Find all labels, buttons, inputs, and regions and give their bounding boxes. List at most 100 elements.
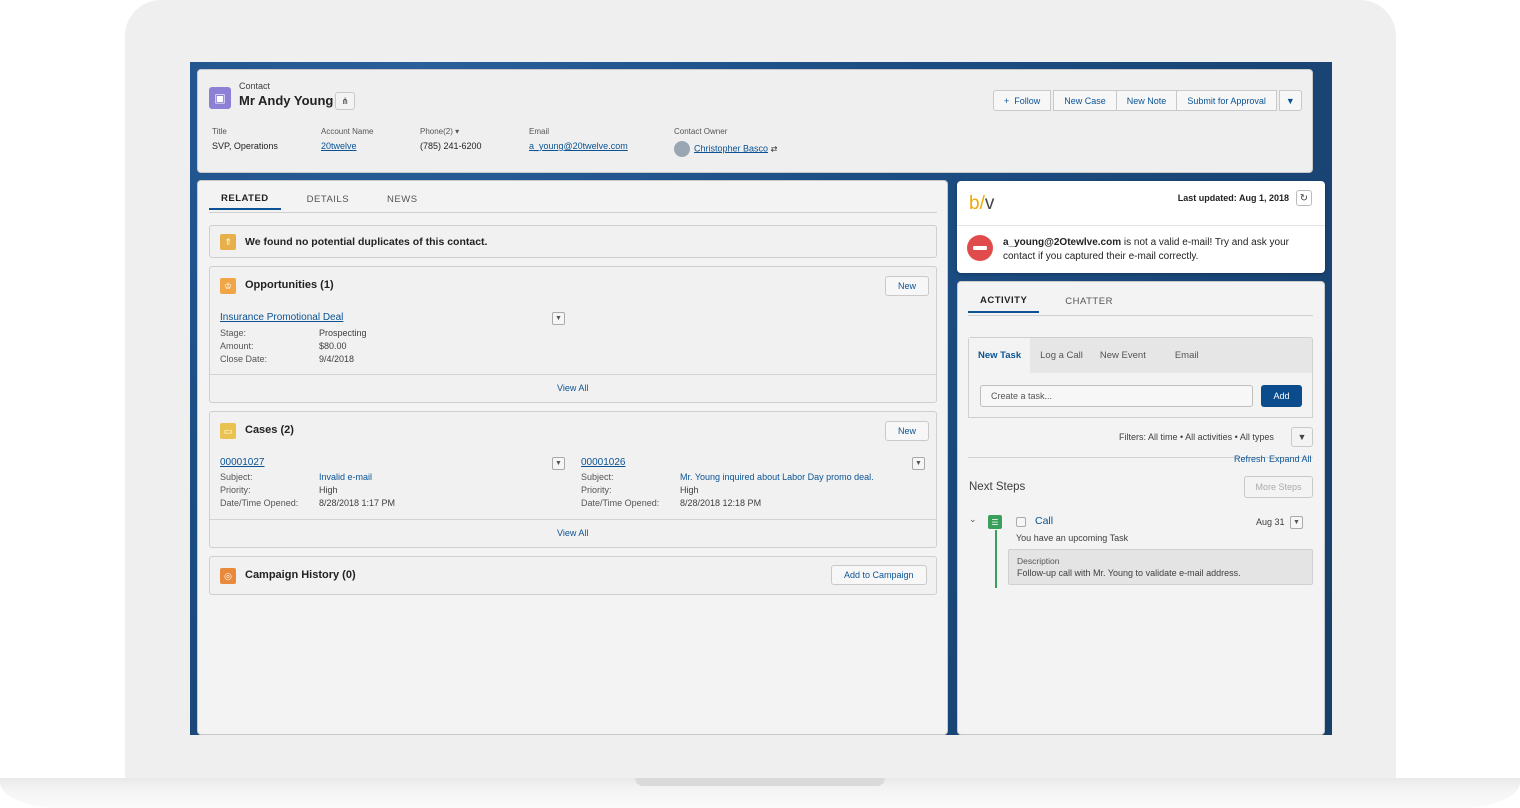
subject-label: Subject: bbox=[220, 472, 253, 482]
tab-chatter[interactable]: CHATTER bbox=[1039, 289, 1125, 313]
bv-logo: b/v bbox=[969, 193, 994, 215]
validation-message: a_young@2Otewlve.com is not a valid e-ma… bbox=[1003, 236, 1313, 264]
submit-approval-button[interactable]: Submit for Approval bbox=[1177, 90, 1277, 111]
next-steps-heading: Next Steps bbox=[969, 481, 1026, 493]
error-icon bbox=[967, 235, 993, 261]
tab-activity[interactable]: ACTIVITY bbox=[968, 289, 1040, 313]
filter-icon[interactable]: ▼ bbox=[1291, 427, 1313, 447]
case-details: Subject: Mr. Young inquired about Labor D… bbox=[581, 471, 874, 510]
bv-logo-b: b bbox=[969, 193, 980, 214]
task-icon: ☰ bbox=[988, 515, 1002, 529]
task-checkbox[interactable] bbox=[1016, 517, 1026, 527]
case-icon: ▭ bbox=[220, 423, 236, 439]
subtab-new-task[interactable]: New Task bbox=[969, 338, 1031, 373]
view-all-cases[interactable]: View All bbox=[557, 528, 588, 538]
task-subtitle: You have an upcoming Task bbox=[1016, 533, 1129, 543]
timeline-line bbox=[995, 530, 997, 588]
record-header: ▣ Contact Mr Andy Young ⋔ + Follow New Ca… bbox=[197, 69, 1313, 173]
filters-text: Filters: All time • All activities • All… bbox=[1119, 432, 1274, 442]
subtab-new-event[interactable]: New Event bbox=[1092, 338, 1155, 373]
refresh-link[interactable]: Refresh bbox=[1234, 454, 1266, 464]
task-date: Aug 31 bbox=[1256, 517, 1285, 527]
tab-details[interactable]: DETAILS bbox=[281, 188, 361, 210]
opportunities-title: Opportunities (1) bbox=[245, 279, 334, 291]
case-link[interactable]: 00001027 bbox=[220, 457, 265, 468]
field-phone: Phone(2) ▾ (785) 241-6200 bbox=[420, 127, 482, 151]
opportunities-card: ♔ Opportunities (1) New Insurance Promot… bbox=[209, 266, 937, 403]
account-link[interactable]: 20twelve bbox=[321, 141, 373, 151]
chevron-down-icon[interactable]: ▼ bbox=[552, 457, 565, 470]
campaign-title: Campaign History (0) bbox=[245, 569, 356, 581]
opened-value: 8/28/2018 12:18 PM bbox=[680, 498, 762, 508]
case-link[interactable]: 00001026 bbox=[581, 457, 626, 468]
chevron-down-icon[interactable]: ▼ bbox=[552, 312, 565, 325]
add-task-button[interactable]: Add bbox=[1261, 385, 1302, 407]
campaign-icon: ◎ bbox=[220, 568, 236, 584]
subtab-log-call[interactable]: Log a Call bbox=[1030, 338, 1092, 373]
refresh-icon[interactable]: ↻ bbox=[1296, 190, 1312, 206]
field-owner: Contact Owner Christopher Basco ⇄ bbox=[674, 127, 777, 157]
email-link[interactable]: a_young@20twelve.com bbox=[529, 141, 628, 151]
field-value: (785) 241-6200 bbox=[420, 141, 482, 151]
field-value: Christopher Basco ⇄ bbox=[674, 141, 777, 157]
priority-label: Priority: bbox=[220, 485, 251, 495]
related-panel: RELATED DETAILS NEWS ⇑ We found no poten… bbox=[197, 180, 948, 735]
expand-all-link[interactable]: Expand All bbox=[1269, 454, 1312, 464]
campaign-card: ◎ Campaign History (0) Add to Campaign bbox=[209, 556, 937, 595]
case-details: Subject: Invalid e-mail Priority: High Dat… bbox=[220, 471, 395, 510]
avatar bbox=[674, 141, 690, 157]
follow-label: Follow bbox=[1014, 95, 1041, 106]
phone-dropdown-icon[interactable]: ▾ bbox=[455, 127, 459, 136]
follow-button[interactable]: + Follow bbox=[993, 90, 1052, 111]
view-all-opportunities[interactable]: View All bbox=[557, 383, 588, 393]
new-case-related-button[interactable]: New bbox=[885, 421, 930, 441]
new-note-button[interactable]: New Note bbox=[1116, 90, 1178, 111]
task-input[interactable]: Create a task... bbox=[980, 385, 1253, 407]
subject-label: Subject: bbox=[581, 472, 614, 482]
more-steps-button[interactable]: More Steps bbox=[1244, 476, 1313, 498]
field-label: Email bbox=[529, 127, 550, 136]
subject-value[interactable]: Invalid e-mail bbox=[319, 472, 372, 482]
chevron-down-icon[interactable]: ▼ bbox=[912, 457, 925, 470]
opportunity-link[interactable]: Insurance Promotional Deal bbox=[220, 312, 343, 323]
new-case-button[interactable]: New Case bbox=[1053, 90, 1117, 111]
field-title: Title SVP, Operations bbox=[212, 127, 278, 151]
owner-link[interactable]: Christopher Basco bbox=[694, 143, 768, 153]
duplicates-card: ⇑ We found no potential duplicates of th… bbox=[209, 225, 937, 258]
tab-related[interactable]: RELATED bbox=[209, 188, 281, 210]
cases-title: Cases (2) bbox=[245, 424, 294, 436]
chevron-down-icon[interactable]: ▼ bbox=[1290, 516, 1303, 529]
duplicate-icon: ⇑ bbox=[220, 234, 236, 250]
cases-card: ▭ Cases (2) New 00001027 ▼ Subject: Inval… bbox=[209, 411, 937, 548]
duplicates-message: We found no potential duplicates of this… bbox=[245, 236, 488, 248]
action-buttons: + Follow New Case New Note Submit for App… bbox=[993, 90, 1302, 111]
change-owner-icon[interactable]: ⇄ bbox=[771, 144, 778, 153]
chevron-down-icon[interactable]: ⌄ bbox=[969, 514, 977, 525]
activity-panel: ACTIVITY CHATTER New Task Log a Call New… bbox=[957, 281, 1325, 735]
tabs-divider bbox=[968, 315, 1313, 316]
bv-validation-card: b/v Last updated: Aug 1, 2018 ↻ a_young@… bbox=[957, 181, 1325, 273]
field-label: Contact Owner bbox=[674, 127, 728, 136]
invalid-email: a_young@2Otewlve.com bbox=[1003, 237, 1122, 248]
phone-label: Phone(2) bbox=[420, 127, 453, 136]
add-to-campaign-button[interactable]: Add to Campaign bbox=[831, 565, 927, 585]
description-text: Follow-up call with Mr. Young to validat… bbox=[1017, 568, 1241, 578]
more-actions-button[interactable]: ▼ bbox=[1278, 90, 1302, 111]
opportunity-details: Stage: Prospecting Amount: $80.00 Close Da… bbox=[220, 327, 367, 366]
laptop-notch bbox=[635, 778, 885, 786]
new-opportunity-button[interactable]: New bbox=[885, 276, 930, 296]
task-title-link[interactable]: Call bbox=[1035, 515, 1053, 527]
field-account: Account Name 20twelve bbox=[321, 127, 373, 151]
hierarchy-icon[interactable]: ⋔ bbox=[335, 92, 355, 110]
task-composer: Create a task... Add bbox=[968, 373, 1313, 418]
tabs-divider bbox=[209, 212, 937, 213]
priority-value: High bbox=[319, 485, 338, 495]
right-tabs: ACTIVITY CHATTER bbox=[968, 289, 1125, 313]
subtab-email[interactable]: Email bbox=[1155, 338, 1208, 373]
subject-value[interactable]: Mr. Young inquired about Labor Day promo… bbox=[680, 472, 874, 482]
tab-news[interactable]: NEWS bbox=[361, 188, 430, 210]
priority-label: Priority: bbox=[581, 485, 612, 495]
field-label: Account Name bbox=[321, 127, 374, 136]
plus-icon: + bbox=[1004, 95, 1010, 106]
screen: ▣ Contact Mr Andy Young ⋔ + Follow New Ca… bbox=[190, 62, 1332, 735]
